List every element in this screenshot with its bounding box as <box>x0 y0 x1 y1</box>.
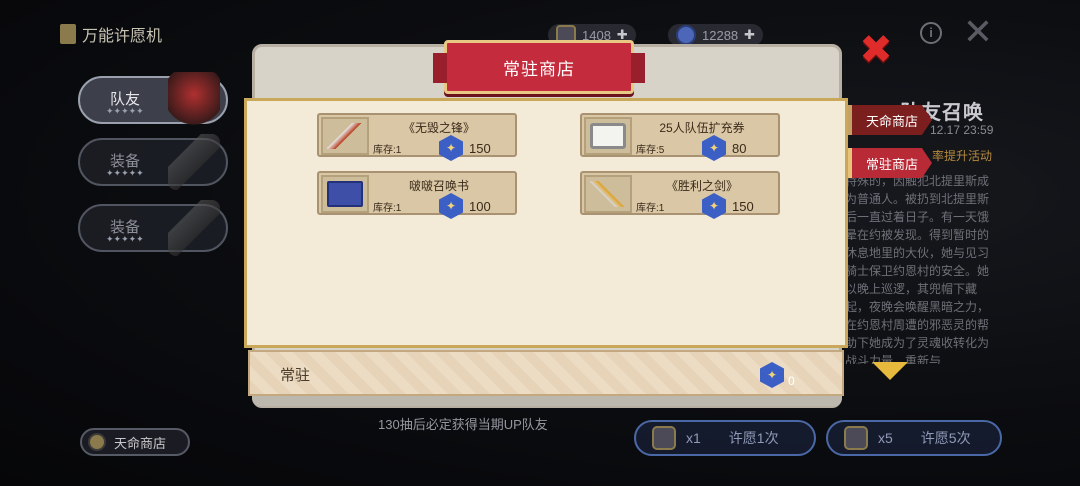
tab-sparkle-icon: ✦✦✦✦✦ <box>106 168 144 178</box>
wish-five-count: x5 <box>878 430 893 446</box>
gem-currency-value: 12288 <box>702 27 739 43</box>
item-thumbnail <box>321 117 369 155</box>
shop-footer-label: 常驻 <box>280 367 311 384</box>
gem-currency-icon <box>676 25 696 45</box>
equipment-thumbnail <box>168 200 220 256</box>
tab-regular-shop-label: 常驻商店 <box>865 156 918 172</box>
tab-destiny-shop[interactable]: 天命商店 <box>848 105 932 135</box>
item-thumbnail <box>584 117 632 155</box>
tab-sparkle-icon: ✦✦✦✦✦ <box>106 106 144 116</box>
gem-icon: ✦ <box>439 193 463 219</box>
banner-event: 率提升活动 <box>932 149 993 163</box>
scroll-down-icon[interactable] <box>872 362 908 380</box>
wish-ticket-icon <box>652 426 676 450</box>
destiny-shop-label: 天命商店 <box>114 435 167 451</box>
shop-item[interactable]: 《无毁之锋》 库存:1 ✦ 150 <box>317 113 517 161</box>
wish-five-button[interactable]: x5 许愿5次 <box>826 420 1002 456</box>
tab-sparkle-icon: ✦✦✦✦✦ <box>106 234 144 244</box>
wish-machine-icon <box>60 24 76 44</box>
item-stock: 库存:1 <box>636 203 665 214</box>
item-price: ✦ 150 <box>702 193 754 219</box>
item-name: 《无毁之锋》 <box>402 121 475 135</box>
tab-destiny-shop-label: 天命商店 <box>865 113 918 129</box>
item-stock: 库存:1 <box>373 145 402 156</box>
shop-item-panel: 《无毁之锋》 库存:1 ✦ 150 25人队伍扩充券 库存:5 ✦ 80 啵啵召… <box>244 98 848 348</box>
equipment-thumbnail <box>168 134 220 190</box>
add-gem-button[interactable]: ✚ <box>744 27 755 43</box>
wish-once-count: x1 <box>686 430 701 446</box>
item-price-value: 100 <box>469 198 491 214</box>
gem-icon: ✦ <box>760 362 784 388</box>
item-price-value: 150 <box>469 140 491 156</box>
item-name: 25人队伍扩充券 <box>659 121 745 135</box>
item-thumbnail <box>584 175 632 213</box>
wish-five-label: 许愿5次 <box>920 430 971 446</box>
gem-icon: ✦ <box>702 193 726 219</box>
tab-equipment-2[interactable]: 装备 ✦✦✦✦✦ <box>78 200 228 256</box>
item-name: 《胜利之剑》 <box>665 179 738 193</box>
page-title: 万能许愿机 <box>60 22 162 46</box>
item-price: ✦ 80 <box>702 135 746 161</box>
book-icon <box>327 181 363 207</box>
shop-item[interactable]: 啵啵召唤书 库存:1 ✦ 100 <box>317 171 517 219</box>
tab-teammate[interactable]: 队友 ✦✦✦✦✦ <box>78 72 228 128</box>
currency-gem: 12288 ✚ <box>668 24 764 46</box>
destiny-shop-icon <box>88 433 106 451</box>
destiny-shop-button[interactable]: 天命商店 <box>80 428 190 456</box>
crossed-swords-icon[interactable]: ✕ <box>960 14 996 50</box>
shop-modal-base <box>252 396 842 406</box>
gem-icon: ✦ <box>702 135 726 161</box>
item-price: ✦ 100 <box>439 193 491 219</box>
shop-title-banner: 常驻商店 <box>433 40 645 94</box>
page-title-label: 万能许愿机 <box>82 28 163 45</box>
shop-footer: 常驻 ✦ 0 <box>248 350 844 396</box>
item-name: 啵啵召唤书 <box>408 179 469 193</box>
gem-icon: ✦ <box>439 135 463 161</box>
pity-hint: 130抽后必定获得当期UP队友 <box>378 417 548 432</box>
shop-balance: ✦ 0 <box>760 362 795 388</box>
tab-regular-shop[interactable]: 常驻商店 <box>848 148 932 178</box>
item-price: ✦ 150 <box>439 135 491 161</box>
teammate-avatar <box>168 72 220 128</box>
item-stock: 库存:5 <box>636 145 665 156</box>
item-stock: 库存:1 <box>373 203 402 214</box>
wish-once-button[interactable]: x1 许愿1次 <box>634 420 816 456</box>
banner-end-date: 12.17 23:59 <box>930 123 994 137</box>
item-thumbnail <box>321 175 369 213</box>
shop-item[interactable]: 《胜利之剑》 库存:1 ✦ 150 <box>580 171 780 219</box>
shop-item[interactable]: 25人队伍扩充券 库存:5 ✦ 80 <box>580 113 780 161</box>
shop-balance-value: 0 <box>788 374 795 388</box>
item-price-value: 150 <box>732 198 754 214</box>
sword-icon <box>327 123 363 149</box>
ticket-icon <box>590 123 626 149</box>
close-icon[interactable]: ✖ <box>858 30 894 70</box>
tab-equipment-1[interactable]: 装备 ✦✦✦✦✦ <box>78 134 228 190</box>
wish-ticket-icon <box>844 426 868 450</box>
wish-once-label: 许愿1次 <box>728 430 779 446</box>
item-price-value: 80 <box>732 140 747 156</box>
sword-icon <box>590 181 626 207</box>
shop-title: 常驻商店 <box>503 59 575 79</box>
info-icon[interactable]: i <box>920 22 942 44</box>
banner-description: 特殊的，因触犯北提里斯成为普通人。被扔到北提里斯后一直过着日子。有一天饿晕在约被… <box>845 174 990 364</box>
